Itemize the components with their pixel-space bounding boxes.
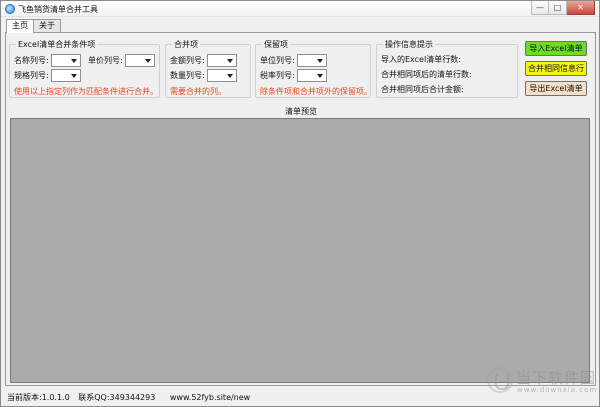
chevron-down-icon xyxy=(70,58,77,63)
title-bar[interactable]: 飞鱼销货清单合并工具 — □ ✕ xyxy=(1,1,599,17)
chevron-down-icon xyxy=(316,73,323,78)
quantity-col-label: 数量列号: xyxy=(170,70,205,80)
quantity-col-select[interactable] xyxy=(206,68,237,82)
keep-items-group: 保留项 单位列号: 税率列号: 除条件项和合并项外的保留项。 xyxy=(255,39,372,98)
window-title: 飞鱼销货清单合并工具 xyxy=(18,5,98,14)
tab-bar: 主页 关于 xyxy=(6,19,61,33)
imported-rows-label: 导入的Excel清单行数: xyxy=(381,55,461,64)
unit-price-col-select[interactable] xyxy=(124,53,155,67)
amount-col-row: 金额列号: xyxy=(170,53,237,67)
merge-conditions-group: Excel清单合并条件项 名称列号: 单价列号: 规格列号: 使用以上指定列作为… xyxy=(9,39,160,98)
unit-price-col-label: 单价列号: xyxy=(88,55,123,65)
chevron-down-icon xyxy=(70,73,77,78)
tab-home[interactable]: 主页 xyxy=(6,19,34,33)
preview-title: 清单预览 xyxy=(285,107,317,116)
chevron-down-icon xyxy=(226,58,233,63)
amount-col-label: 金额列号: xyxy=(170,55,205,65)
name-col-label: 名称列号: xyxy=(14,55,49,65)
tax-rate-col-label: 税率列号: xyxy=(260,70,295,80)
unit-col-row: 单位列号: xyxy=(260,53,327,67)
chevron-down-icon xyxy=(226,73,233,78)
watermark-text: 当下软件园 xyxy=(516,369,597,387)
tax-rate-col-select[interactable] xyxy=(296,68,327,82)
minimize-button[interactable]: — xyxy=(531,1,549,15)
import-excel-button[interactable]: 导入Excel清单 xyxy=(525,41,587,56)
name-col-row: 名称列号: xyxy=(14,53,81,67)
preview-grid[interactable] xyxy=(10,118,590,383)
app-logo-icon xyxy=(5,4,15,14)
chevron-down-icon xyxy=(144,58,151,63)
op-info-group: 操作信息提示 导入的Excel清单行数: 合并相同项后的清单行数: 合并相同项后… xyxy=(376,39,518,98)
spec-col-label: 规格列号: xyxy=(14,70,49,80)
export-excel-button[interactable]: 导出Excel清单 xyxy=(525,81,587,96)
version-text: 当前版本:1.0.1.0 xyxy=(7,393,70,402)
name-col-select[interactable] xyxy=(50,53,81,67)
quantity-col-row: 数量列号: xyxy=(170,68,237,82)
website-link[interactable]: www.52fyb.site/new xyxy=(170,393,250,402)
amount-col-select[interactable] xyxy=(206,53,237,67)
unit-col-select[interactable] xyxy=(296,53,327,67)
tab-about[interactable]: 关于 xyxy=(33,19,61,32)
watermark-logo-icon xyxy=(487,367,513,393)
window-controls: — □ ✕ xyxy=(531,1,595,15)
unit-col-label: 单位列号: xyxy=(260,55,295,65)
tax-rate-col-row: 税率列号: xyxy=(260,68,327,82)
close-button[interactable]: ✕ xyxy=(567,1,595,15)
keep-items-hint: 除条件项和合并项外的保留项。 xyxy=(260,87,372,96)
status-bar: 当前版本:1.0.1.0 联系QQ:349344293 www.52fyb.si… xyxy=(7,392,256,403)
keep-items-title: 保留项 xyxy=(262,39,290,50)
maximize-button[interactable]: □ xyxy=(549,1,567,15)
app-window: 飞鱼销货清单合并工具 — □ ✕ 主页 关于 Excel清单合并条件项 名称列号… xyxy=(0,0,600,407)
merged-rows-label: 合并相同项后的清单行数: xyxy=(381,70,472,79)
unit-price-col-row: 单价列号: xyxy=(88,53,155,67)
spec-col-select[interactable] xyxy=(50,68,81,82)
merge-items-group: 合并项 金额列号: 数量列号: 需要合并的列。 xyxy=(165,39,251,98)
merge-items-title: 合并项 xyxy=(172,39,200,50)
spec-col-row: 规格列号: xyxy=(14,68,81,82)
merge-conditions-hint: 使用以上指定列作为匹配条件进行合并。 xyxy=(14,87,158,96)
chevron-down-icon xyxy=(316,58,323,63)
merge-conditions-title: Excel清单合并条件项 xyxy=(16,39,98,50)
merged-total-label: 合并相同项后合计金额: xyxy=(381,85,464,94)
op-info-title: 操作信息提示 xyxy=(383,39,435,50)
watermark-url: www.downxia.com xyxy=(517,386,598,394)
merge-rows-button[interactable]: 合并相同信息行 xyxy=(525,61,587,76)
contact-text: 联系QQ:349344293 xyxy=(78,393,156,402)
merge-items-hint: 需要合并的列。 xyxy=(170,87,226,96)
